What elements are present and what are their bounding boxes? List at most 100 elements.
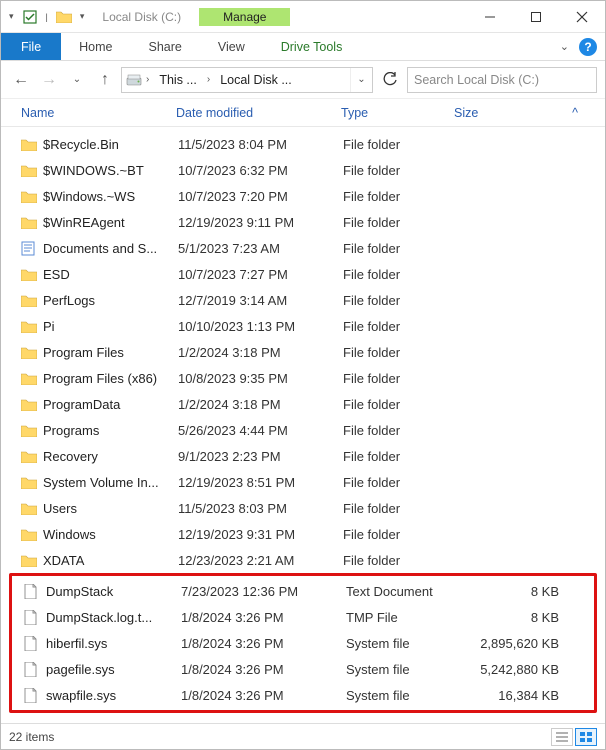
list-item[interactable]: XDATA12/23/2023 2:21 AMFile folder [9, 547, 597, 573]
item-name: Pi [43, 319, 178, 334]
list-item[interactable]: pagefile.sys1/8/2024 3:26 PMSystem file5… [12, 656, 594, 682]
file-list: $Recycle.Bin11/5/2023 8:04 PMFile folder… [1, 127, 605, 723]
item-type: File folder [343, 397, 456, 412]
tab-share[interactable]: Share [131, 33, 200, 60]
folder-icon [21, 398, 43, 411]
folder-icon [21, 294, 43, 307]
list-item[interactable]: DumpStack7/23/2023 12:36 PMText Document… [12, 578, 594, 604]
list-item[interactable]: Program Files1/2/2024 3:18 PMFile folder [9, 339, 597, 365]
column-header-name[interactable]: Name [21, 106, 176, 120]
list-item[interactable]: Users11/5/2023 8:03 PMFile folder [9, 495, 597, 521]
item-date: 7/23/2023 12:36 PM [181, 584, 346, 599]
list-item[interactable]: swapfile.sys1/8/2024 3:26 PMSystem file1… [12, 682, 594, 708]
document-icon [21, 241, 43, 256]
list-item[interactable]: System Volume In...12/19/2023 8:51 PMFil… [9, 469, 597, 495]
properties-icon[interactable] [22, 9, 38, 25]
refresh-button[interactable] [377, 67, 403, 93]
folder-icon [21, 476, 43, 489]
list-item[interactable]: Windows12/19/2023 9:31 PMFile folder [9, 521, 597, 547]
folder-icon [21, 216, 43, 229]
list-item[interactable]: Recovery9/1/2023 2:23 PMFile folder [9, 443, 597, 469]
list-item[interactable]: hiberfil.sys1/8/2024 3:26 PMSystem file2… [12, 630, 594, 656]
list-item[interactable]: $Windows.~WS10/7/2023 7:20 PMFile folder [9, 183, 597, 209]
item-type: System file [346, 688, 459, 703]
item-name: swapfile.sys [46, 688, 181, 703]
back-button[interactable]: ← [9, 68, 33, 92]
list-item[interactable]: ESD10/7/2023 7:27 PMFile folder [9, 261, 597, 287]
list-item[interactable]: PerfLogs12/7/2019 3:14 AMFile folder [9, 287, 597, 313]
tab-drive-tools[interactable]: Drive Tools [263, 33, 361, 60]
expand-ribbon-icon[interactable]: ⌄ [560, 40, 569, 53]
list-item[interactable]: Program Files (x86)10/8/2023 9:35 PMFile… [9, 365, 597, 391]
view-mode-switcher [551, 728, 597, 746]
address-bar[interactable]: › This ... › Local Disk ... ⌄ [121, 67, 373, 93]
system-menu-icon[interactable]: ▾ [7, 11, 16, 22]
item-type: File folder [343, 553, 456, 568]
item-size: 2,895,620 KB [459, 636, 559, 651]
folder-icon [21, 320, 43, 333]
list-item[interactable]: $WINDOWS.~BT10/7/2023 6:32 PMFile folder [9, 157, 597, 183]
tab-home[interactable]: Home [61, 33, 130, 60]
close-button[interactable] [559, 1, 605, 32]
item-name: Program Files (x86) [43, 371, 178, 386]
thumbnails-view-button[interactable] [575, 728, 597, 746]
folder-icon [21, 502, 43, 515]
help-icon[interactable]: ? [579, 38, 597, 56]
minimize-button[interactable] [467, 1, 513, 32]
tab-file[interactable]: File [1, 33, 61, 60]
list-item[interactable]: $WinREAgent12/19/2023 9:11 PMFile folder [9, 209, 597, 235]
up-button[interactable]: ↑ [93, 68, 117, 92]
file-icon [24, 688, 46, 703]
item-date: 1/2/2024 3:18 PM [178, 397, 343, 412]
breadcrumb-segment-1[interactable]: This ... [153, 73, 203, 87]
contextual-tab-label: Manage [199, 8, 290, 26]
folder-icon[interactable] [56, 9, 72, 25]
column-chevron-icon[interactable]: ^ [564, 106, 584, 120]
list-item[interactable]: ProgramData1/2/2024 3:18 PMFile folder [9, 391, 597, 417]
item-name: $WINDOWS.~BT [43, 163, 178, 178]
explorer-window: ▾ | ▾ Local Disk (C:) Manage [0, 0, 606, 750]
item-name: $Windows.~WS [43, 189, 178, 204]
qat-split-icon[interactable]: | [44, 12, 50, 22]
tab-view[interactable]: View [200, 33, 263, 60]
item-date: 1/8/2024 3:26 PM [181, 610, 346, 625]
item-date: 5/26/2023 4:44 PM [178, 423, 343, 438]
item-date: 10/10/2023 1:13 PM [178, 319, 343, 334]
breadcrumb-segment-2[interactable]: Local Disk ... [214, 73, 298, 87]
column-header-size[interactable]: Size [454, 106, 564, 120]
maximize-button[interactable] [513, 1, 559, 32]
search-box[interactable] [407, 67, 597, 93]
folder-icon [21, 372, 43, 385]
recent-locations-button[interactable]: ⌄ [65, 68, 89, 92]
list-item[interactable]: Documents and S...5/1/2023 7:23 AMFile f… [9, 235, 597, 261]
item-count: 22 items [9, 730, 54, 744]
item-date: 10/7/2023 7:20 PM [178, 189, 343, 204]
list-item[interactable]: $Recycle.Bin11/5/2023 8:04 PMFile folder [9, 131, 597, 157]
file-icon [24, 636, 46, 651]
chevron-right-icon[interactable]: › [142, 74, 153, 85]
column-headers: Name Date modified Type Size ^ [1, 99, 605, 127]
folder-icon [21, 424, 43, 437]
item-type: File folder [343, 163, 456, 178]
item-type: File folder [343, 449, 456, 464]
address-dropdown-icon[interactable]: ⌄ [350, 68, 372, 92]
search-input[interactable] [408, 73, 596, 87]
list-item[interactable]: Pi10/10/2023 1:13 PMFile folder [9, 313, 597, 339]
ribbon-tabs: File Home Share View Drive Tools ⌄ ? [1, 33, 605, 61]
item-size: 8 KB [459, 610, 559, 625]
folder-icon [21, 450, 43, 463]
file-icon [24, 662, 46, 677]
column-header-type[interactable]: Type [341, 106, 454, 120]
list-item[interactable]: DumpStack.log.t...1/8/2024 3:26 PMTMP Fi… [12, 604, 594, 630]
item-name: DumpStack.log.t... [46, 610, 181, 625]
item-date: 10/7/2023 7:27 PM [178, 267, 343, 282]
item-size: 8 KB [459, 584, 559, 599]
item-name: Documents and S... [43, 241, 178, 256]
column-header-date[interactable]: Date modified [176, 106, 341, 120]
list-item[interactable]: Programs5/26/2023 4:44 PMFile folder [9, 417, 597, 443]
qat-customize-icon[interactable]: ▾ [78, 11, 87, 22]
forward-button[interactable]: → [37, 68, 61, 92]
chevron-right-icon[interactable]: › [203, 74, 214, 85]
item-type: File folder [343, 241, 456, 256]
details-view-button[interactable] [551, 728, 573, 746]
